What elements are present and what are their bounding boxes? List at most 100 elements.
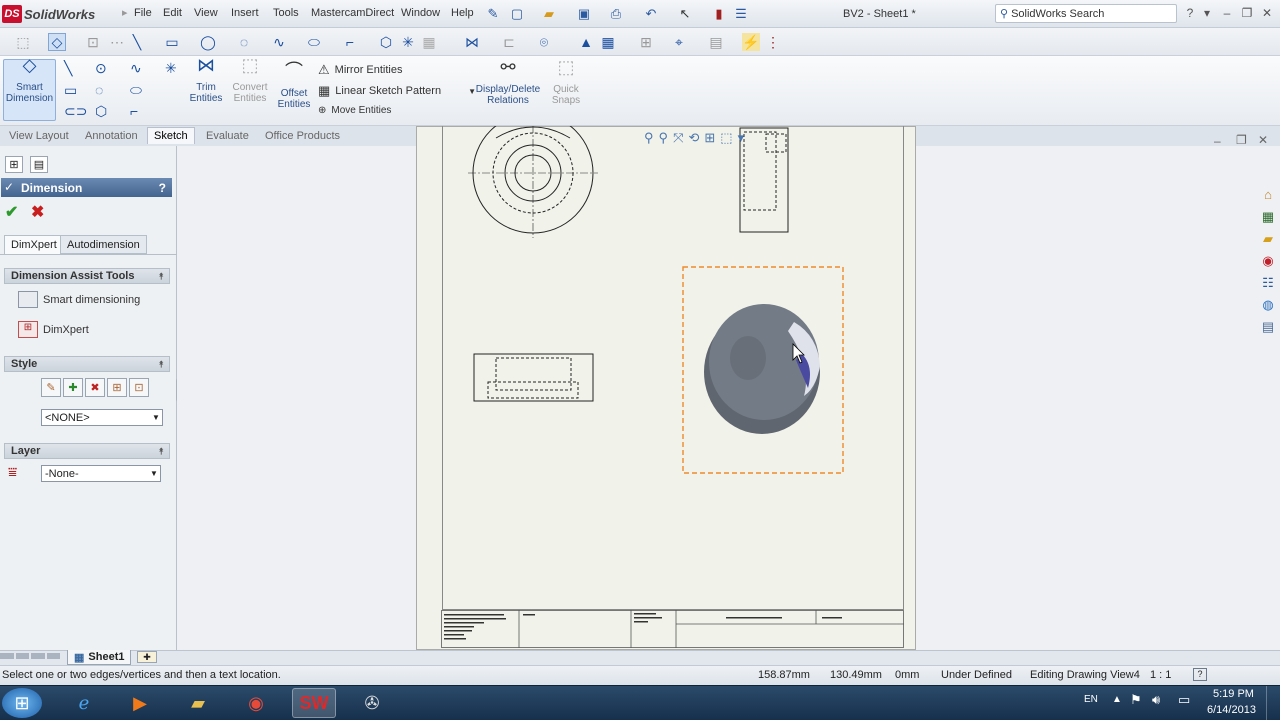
cancel-button[interactable]: ✖: [31, 202, 44, 222]
linear-sketch-pattern-button[interactable]: ▦ Linear Sketch Pattern ▼: [318, 83, 476, 99]
circle-icon[interactable]: ⊙: [95, 60, 107, 77]
rotate-icon[interactable]: ⟲: [688, 130, 699, 146]
appearances-icon[interactable]: ◍: [1258, 296, 1278, 314]
search-input[interactable]: SolidWorks Search: [1011, 8, 1104, 20]
network-icon[interactable]: ▭: [1178, 692, 1190, 708]
solidworks-taskbar-icon[interactable]: SW: [292, 688, 336, 718]
close-button[interactable]: ✕: [1258, 5, 1276, 21]
relations-small-icon[interactable]: ⊞: [637, 33, 655, 51]
arc-icon[interactable]: ◌: [95, 82, 103, 98]
minimize-button[interactable]: –: [1218, 5, 1236, 21]
video-app-icon[interactable]: ✇: [350, 688, 394, 718]
smart-dimension-small-icon[interactable]: ◇: [48, 33, 66, 51]
search-pane-icon[interactable]: ◉: [1258, 252, 1278, 270]
nav-prev-icon[interactable]: [15, 653, 29, 659]
menu-window[interactable]: Window: [401, 7, 440, 19]
offset-entities-button[interactable]: ⌒ Offset Entities: [274, 62, 314, 110]
select-icon[interactable]: ↖: [676, 5, 694, 23]
show-desktop-button[interactable]: [1266, 686, 1280, 720]
media-player-icon[interactable]: ▶: [118, 688, 162, 718]
dimension-dropdown-icon[interactable]: ⊡: [84, 33, 102, 51]
menu-tools[interactable]: Tools: [273, 7, 299, 19]
ok-button[interactable]: ✔: [5, 202, 18, 222]
sheet-nav-arrows[interactable]: [0, 653, 60, 661]
quick-snap-small-icon[interactable]: ⚡: [742, 33, 760, 51]
trim-small-icon[interactable]: ⋈: [463, 33, 481, 51]
toolbar-options-icon[interactable]: ⋮: [764, 33, 782, 51]
trim-entities-button[interactable]: ⋈ Trim Entities: [186, 56, 226, 104]
dimension-assist-tools-header[interactable]: Dimension Assist Tools ⯭: [4, 268, 170, 284]
mirror-small-icon[interactable]: ▲: [577, 33, 595, 51]
smart-dimension-button[interactable]: ◇ Smart Dimension: [3, 56, 56, 121]
centerline-icon[interactable]: ⋯: [108, 33, 126, 51]
dimxpert-option[interactable]: ⊞ DimXpert: [18, 321, 89, 338]
layer-select[interactable]: -None- ▼: [41, 465, 161, 482]
section-view-icon[interactable]: ⊞: [704, 130, 715, 146]
print-icon[interactable]: ⎙: [607, 5, 625, 23]
tab-view-layout[interactable]: View Layout: [2, 127, 76, 144]
fillet-small-icon[interactable]: ⌐: [341, 33, 359, 51]
feature-tree-icon[interactable]: ⊞: [5, 156, 23, 173]
app-logo[interactable]: DS SolidWorks: [2, 4, 95, 24]
status-scale[interactable]: 1 : 1: [1150, 669, 1171, 681]
help-button[interactable]: ?: [159, 181, 166, 195]
zoom-to-fit-icon[interactable]: ⚲: [644, 130, 654, 146]
undo-icon[interactable]: ↶: [642, 5, 660, 23]
internet-explorer-icon[interactable]: ℯ: [62, 688, 106, 718]
help-dropdown-icon[interactable]: ▾: [1198, 5, 1216, 21]
rebuild-icon[interactable]: ▮: [710, 5, 728, 23]
extend-small-icon[interactable]: ⊏: [500, 33, 518, 51]
view-orientation-icon[interactable]: ⬚: [720, 130, 732, 146]
new-document-icon[interactable]: ▢: [508, 5, 526, 23]
show-hidden-icons[interactable]: ▲: [1112, 694, 1122, 705]
polygon-small-icon[interactable]: ⬡: [377, 33, 395, 51]
spline-small-icon[interactable]: ∿: [270, 33, 288, 51]
design-library-icon[interactable]: ▦: [1258, 208, 1278, 226]
ellipse-icon[interactable]: ⬭: [130, 82, 142, 99]
sketch-icon[interactable]: ⬚: [14, 33, 32, 51]
convert-entities-button[interactable]: ⬚ Convert Entities: [228, 56, 272, 104]
pin-icon[interactable]: ✎: [484, 5, 502, 23]
menu-view[interactable]: View: [194, 7, 218, 19]
slot-icon[interactable]: ⊂⊃: [64, 103, 87, 120]
file-explorer-taskbar-icon[interactable]: ▰: [176, 688, 220, 718]
options-icon[interactable]: ☰: [732, 5, 750, 23]
line-small-icon[interactable]: ╲: [128, 33, 146, 51]
grid-small-icon[interactable]: ▦: [599, 33, 617, 51]
style-header[interactable]: Style ⯭: [4, 356, 170, 372]
tab-autodimension[interactable]: Autodimension: [60, 235, 147, 254]
point-icon[interactable]: ✳: [165, 60, 177, 77]
previous-view-icon[interactable]: ⤧: [673, 130, 683, 146]
tab-sketch[interactable]: Sketch: [147, 127, 195, 144]
move-entities-button[interactable]: ⊕ Move Entities: [318, 105, 391, 116]
view-restore-icon[interactable]: ❐: [1236, 133, 1247, 147]
action-center-icon[interactable]: ⚑: [1130, 692, 1142, 708]
help-icon[interactable]: ?: [1181, 5, 1199, 21]
open-icon[interactable]: ▰: [540, 5, 558, 23]
menu-insert[interactable]: Insert: [231, 7, 259, 19]
nav-first-icon[interactable]: [0, 653, 14, 659]
menu-pin-icon[interactable]: ▸: [122, 6, 128, 19]
clock-date[interactable]: 6/14/2013: [1207, 704, 1256, 716]
tab-dimxpert[interactable]: DimXpert: [4, 235, 64, 254]
text-small-icon[interactable]: ▦: [420, 33, 438, 51]
menu-help[interactable]: Help: [451, 7, 474, 19]
mirror-entities-button[interactable]: ⚠ Mirror Entities: [318, 62, 403, 78]
isometric-model[interactable]: [704, 304, 820, 434]
search-box[interactable]: ⚲ SolidWorks Search: [995, 4, 1177, 23]
view-minimize-icon[interactable]: –: [1214, 134, 1221, 148]
language-indicator[interactable]: EN: [1084, 694, 1098, 705]
custom-properties-icon[interactable]: ▤: [1258, 318, 1278, 336]
spline-icon[interactable]: ∿: [130, 60, 142, 77]
quick-snaps-button[interactable]: ⬚ Quick Snaps: [548, 58, 584, 106]
tab-evaluate[interactable]: Evaluate: [199, 127, 256, 144]
start-button[interactable]: ⊞: [2, 688, 42, 718]
sheet-tab-sheet1[interactable]: ▦ Sheet1: [67, 650, 132, 665]
menu-mastercamdirect[interactable]: MastercamDirect: [311, 7, 394, 19]
fillet-icon[interactable]: ⌐: [130, 103, 138, 119]
tab-office-products[interactable]: Office Products: [258, 127, 347, 144]
rectangle-icon[interactable]: ▭: [64, 82, 77, 99]
pattern-small-icon[interactable]: ⌾: [535, 33, 553, 51]
layer-header[interactable]: Layer ⯭: [4, 443, 170, 459]
tab-annotation[interactable]: Annotation: [78, 127, 145, 144]
